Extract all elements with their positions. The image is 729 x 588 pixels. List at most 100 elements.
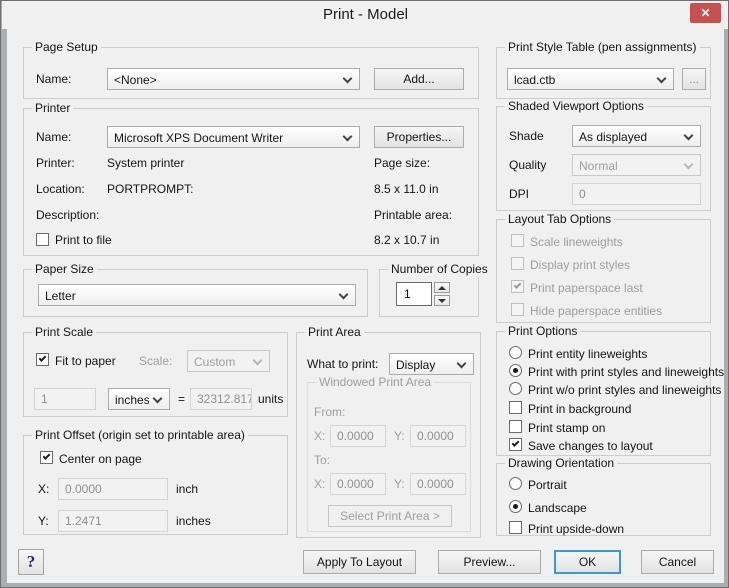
print-in-background-label: Print in background <box>528 402 631 416</box>
paper-size-select[interactable]: Letter <box>38 284 356 306</box>
offset-y-unit-label: inches <box>176 514 211 528</box>
save-changes-to-layout-checkbox[interactable] <box>509 438 522 451</box>
paper-size-group: Paper Size Letter <box>23 269 368 317</box>
windowed-print-area-group: Windowed Print Area From: X: 0.0000 Y: 0… <box>307 382 471 532</box>
paper-size-title: Paper Size <box>32 262 97 277</box>
checkmark-icon <box>514 281 522 289</box>
fit-to-paper-label: Fit to paper <box>55 354 116 368</box>
page-size-label: Page size: <box>374 156 430 170</box>
scale-value: Custom <box>194 355 249 369</box>
close-icon: ✕ <box>700 6 710 20</box>
display-print-styles-checkbox <box>511 257 524 270</box>
drawing-units-field: 32312.8174 <box>190 388 252 410</box>
printer-name-value: Microsoft XPS Document Writer <box>114 131 339 145</box>
equals-label: = <box>178 392 185 406</box>
preview-button[interactable]: Preview... <box>438 550 541 574</box>
landscape-radio[interactable] <box>509 500 522 513</box>
scale-factor-field: 1 <box>34 388 96 410</box>
print-stamp-on-label: Print stamp on <box>528 421 605 435</box>
portrait-label: Portrait <box>528 478 567 492</box>
chevron-down-icon <box>339 290 349 300</box>
print-paperspace-last-checkbox <box>511 280 524 293</box>
offset-x-field: 0.0000 <box>58 478 168 500</box>
center-on-page-checkbox[interactable] <box>40 451 53 464</box>
to-x-label: X: <box>314 477 325 491</box>
printer-title: Printer <box>32 101 73 116</box>
print-entity-lineweights-label: Print entity lineweights <box>528 347 647 361</box>
print-scale-title: Print Scale <box>32 325 96 340</box>
print-dialog-window: Print - Model ✕ Page Setup Name: <None> … <box>0 0 729 588</box>
from-y-field: 0.0000 <box>410 425 466 447</box>
print-offset-title: Print Offset (origin set to printable ar… <box>32 428 248 443</box>
print-area-group: Print Area What to print: Display Window… <box>296 332 481 538</box>
copies-title: Number of Copies <box>388 262 491 277</box>
scale-unit-select[interactable]: inches <box>108 388 170 410</box>
copies-group: Number of Copies 1 <box>379 269 479 317</box>
checkmark-icon <box>512 439 520 447</box>
cancel-button[interactable]: Cancel <box>641 550 714 574</box>
print-style-select[interactable]: lcad.ctb <box>507 68 674 90</box>
print-without-styles-radio[interactable] <box>509 382 522 395</box>
copies-input[interactable]: 1 <box>396 282 432 306</box>
chevron-down-icon <box>253 356 263 366</box>
scale-lineweights-label: Scale lineweights <box>530 235 623 249</box>
chevron-down-icon <box>457 359 467 369</box>
copies-increment-button[interactable] <box>434 282 450 293</box>
to-y-field: 0.0000 <box>410 473 466 495</box>
close-button[interactable]: ✕ <box>690 3 721 23</box>
offset-y-label: Y: <box>38 514 49 528</box>
dialog-body: Page Setup Name: <None> Add... Print Sty… <box>7 29 724 583</box>
print-to-file-label: Print to file <box>55 233 112 247</box>
print-to-file-checkbox[interactable] <box>36 233 49 246</box>
shade-value: As displayed <box>579 130 680 144</box>
fit-to-paper-checkbox[interactable] <box>36 353 49 366</box>
add-button[interactable]: Add... <box>374 68 464 90</box>
chevron-down-icon <box>343 132 353 142</box>
layout-tab-options-group: Layout Tab Options Scale lineweights Dis… <box>496 219 711 323</box>
print-style-table-group: Print Style Table (pen assignments) lcad… <box>496 47 711 99</box>
print-with-styles-radio[interactable] <box>509 364 522 377</box>
print-options-group: Print Options Print entity lineweights P… <box>496 331 711 456</box>
center-on-page-label: Center on page <box>59 452 142 466</box>
page-setup-name-value: <None> <box>114 73 339 87</box>
spinner-up-icon <box>438 286 446 290</box>
quality-select: Normal <box>572 154 701 176</box>
print-without-styles-label: Print w/o print styles and lineweights <box>528 383 721 397</box>
print-in-background-checkbox[interactable] <box>509 401 522 414</box>
help-button[interactable]: ? <box>18 549 44 575</box>
print-entity-lineweights-radio[interactable] <box>509 346 522 359</box>
printable-area-value: 8.2 x 10.7 in <box>374 233 439 247</box>
printable-area-label: Printable area: <box>374 208 452 222</box>
from-label: From: <box>314 405 345 419</box>
print-stamp-on-checkbox[interactable] <box>509 420 522 433</box>
page-setup-name-label: Name: <box>36 72 71 86</box>
offset-x-label: X: <box>38 482 49 496</box>
printer-type-label: Printer: <box>36 156 75 170</box>
portrait-radio[interactable] <box>509 477 522 490</box>
page-setup-name-select[interactable]: <None> <box>107 68 360 90</box>
printer-group: Printer Name: Microsoft XPS Document Wri… <box>23 108 479 256</box>
properties-button[interactable]: Properties... <box>374 126 464 148</box>
print-options-title: Print Options <box>505 324 580 339</box>
to-x-field: 0.0000 <box>330 473 386 495</box>
save-changes-to-layout-label: Save changes to layout <box>528 439 653 453</box>
apply-to-layout-button[interactable]: Apply To Layout <box>303 550 416 574</box>
shade-select[interactable]: As displayed <box>572 125 701 147</box>
from-y-label: Y: <box>394 429 405 443</box>
ok-button[interactable]: OK <box>554 550 621 574</box>
printer-name-select[interactable]: Microsoft XPS Document Writer <box>107 126 360 148</box>
copies-decrement-button[interactable] <box>434 295 450 306</box>
offset-x-unit-label: inch <box>176 482 198 496</box>
scale-lineweights-checkbox <box>511 234 524 247</box>
what-to-print-label: What to print: <box>307 357 378 371</box>
help-icon: ? <box>27 552 36 571</box>
scale-label: Scale: <box>139 354 172 368</box>
page-setup-group: Page Setup Name: <None> Add... <box>23 47 479 99</box>
display-print-styles-label: Display print styles <box>530 258 630 272</box>
titlebar[interactable]: Print - Model ✕ <box>2 1 729 29</box>
print-upside-down-checkbox[interactable] <box>509 521 522 534</box>
print-style-browse-button[interactable]: ... <box>682 68 706 90</box>
print-paperspace-last-label: Print paperspace last <box>530 281 643 295</box>
what-to-print-select[interactable]: Display <box>389 353 474 375</box>
what-to-print-value: Display <box>396 358 453 372</box>
